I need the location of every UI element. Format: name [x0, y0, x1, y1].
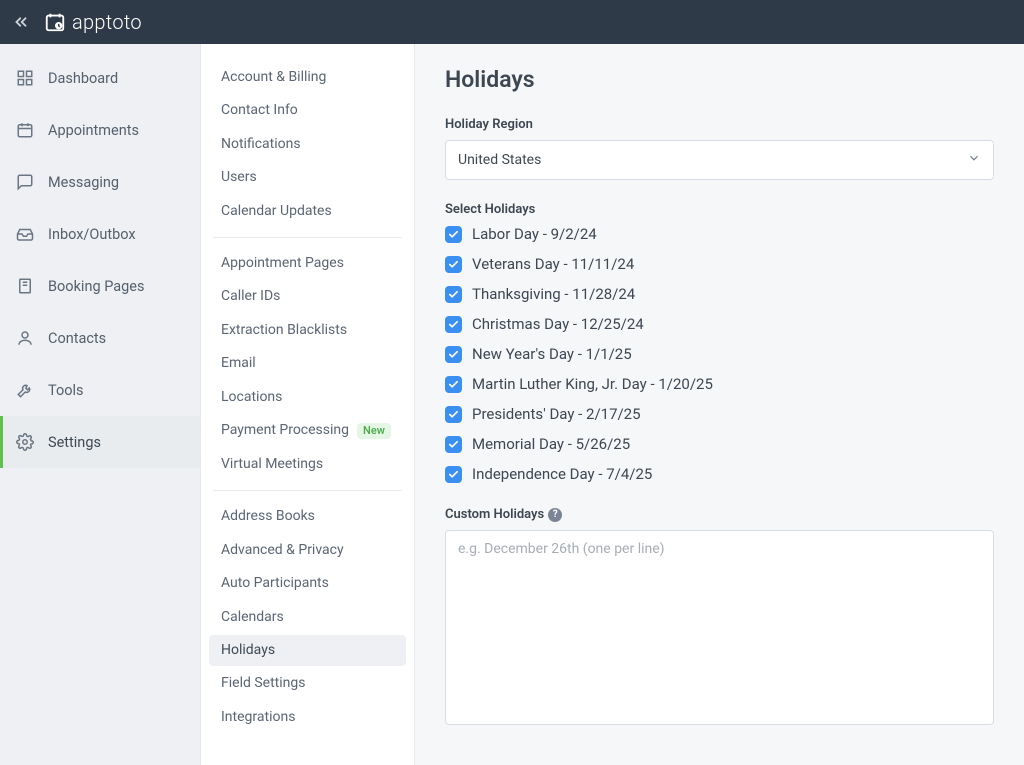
primary-sidebar: Dashboard Appointments Messaging Inbox/O… — [0, 44, 201, 765]
holiday-label: Martin Luther King, Jr. Day - 1/20/25 — [472, 375, 713, 393]
brand-name: apptoto — [72, 10, 142, 34]
holiday-label: Christmas Day - 12/25/24 — [472, 315, 644, 333]
region-select[interactable]: United States — [445, 140, 994, 180]
holiday-list: Labor Day - 9/2/24 Veterans Day - 11/11/2… — [445, 225, 994, 483]
message-icon — [16, 173, 34, 191]
subnav-calendar-updates[interactable]: Calendar Updates — [209, 196, 406, 227]
holiday-label: Independence Day - 7/4/25 — [472, 465, 652, 483]
holiday-label: New Year's Day - 1/1/25 — [472, 345, 632, 363]
sidebar-item-label: Contacts — [48, 330, 106, 347]
sidebar-item-label: Settings — [48, 434, 101, 451]
holiday-label: Memorial Day - 5/26/25 — [472, 435, 630, 453]
wrench-icon — [16, 381, 34, 399]
subnav-auto-participants[interactable]: Auto Participants — [209, 568, 406, 599]
subnav-caller-ids[interactable]: Caller IDs — [209, 281, 406, 312]
checkbox-checked-icon[interactable] — [445, 346, 462, 363]
subnav-virtual-meetings[interactable]: Virtual Meetings — [209, 449, 406, 480]
checkbox-checked-icon[interactable] — [445, 256, 462, 273]
calendar-icon — [44, 11, 66, 33]
subnav-advanced-privacy[interactable]: Advanced & Privacy — [209, 535, 406, 566]
holiday-label: Veterans Day - 11/11/24 — [472, 255, 634, 273]
sidebar-item-label: Tools — [48, 382, 84, 399]
subnav-locations[interactable]: Locations — [209, 382, 406, 413]
checkbox-checked-icon[interactable] — [445, 436, 462, 453]
holiday-row[interactable]: Thanksgiving - 11/28/24 — [445, 285, 994, 303]
calendar-icon — [16, 121, 34, 139]
custom-holidays-label: Custom Holidays ? — [445, 507, 994, 522]
subnav-extraction-blacklists[interactable]: Extraction Blacklists — [209, 315, 406, 346]
holiday-row[interactable]: Martin Luther King, Jr. Day - 1/20/25 — [445, 375, 994, 393]
subnav-notifications[interactable]: Notifications — [209, 129, 406, 160]
sidebar-item-contacts[interactable]: Contacts — [0, 312, 200, 364]
subnav-payment-processing[interactable]: Payment ProcessingNew — [209, 415, 406, 447]
grid-icon — [16, 69, 34, 87]
checkbox-checked-icon[interactable] — [445, 376, 462, 393]
sidebar-item-label: Dashboard — [48, 70, 118, 87]
sidebar-item-tools[interactable]: Tools — [0, 364, 200, 416]
holiday-label: Labor Day - 9/2/24 — [472, 225, 597, 243]
chevron-down-icon — [967, 151, 981, 169]
sidebar-item-label: Messaging — [48, 174, 119, 191]
sidebar-item-label: Inbox/Outbox — [48, 226, 136, 243]
subnav-holidays[interactable]: Holidays — [209, 635, 406, 666]
subnav-contact-info[interactable]: Contact Info — [209, 95, 406, 126]
holiday-row[interactable]: Presidents' Day - 2/17/25 — [445, 405, 994, 423]
settings-subnav: Account & Billing Contact Info Notificat… — [201, 44, 415, 765]
checkbox-checked-icon[interactable] — [445, 406, 462, 423]
brand-logo: apptoto — [44, 10, 142, 34]
holiday-row[interactable]: Veterans Day - 11/11/24 — [445, 255, 994, 273]
subnav-integrations[interactable]: Integrations — [209, 702, 406, 733]
sidebar-collapse-button[interactable] — [12, 13, 30, 31]
holiday-row[interactable]: New Year's Day - 1/1/25 — [445, 345, 994, 363]
sidebar-item-settings[interactable]: Settings — [0, 416, 200, 468]
topbar: apptoto — [0, 0, 1024, 44]
sidebar-item-dashboard[interactable]: Dashboard — [0, 52, 200, 104]
user-icon — [16, 329, 34, 347]
holiday-row[interactable]: Labor Day - 9/2/24 — [445, 225, 994, 243]
divider — [213, 237, 402, 238]
subnav-appointment-pages[interactable]: Appointment Pages — [209, 248, 406, 279]
subnav-users[interactable]: Users — [209, 162, 406, 193]
main-content: Holidays Holiday Region United States Se… — [415, 44, 1024, 765]
holiday-row[interactable]: Independence Day - 7/4/25 — [445, 465, 994, 483]
subnav-calendars[interactable]: Calendars — [209, 602, 406, 633]
sidebar-item-messaging[interactable]: Messaging — [0, 156, 200, 208]
divider — [213, 490, 402, 491]
subnav-field-settings[interactable]: Field Settings — [209, 668, 406, 699]
checkbox-checked-icon[interactable] — [445, 316, 462, 333]
subnav-account-billing[interactable]: Account & Billing — [209, 62, 406, 93]
holiday-row[interactable]: Christmas Day - 12/25/24 — [445, 315, 994, 333]
inbox-icon — [16, 225, 34, 243]
sidebar-item-label: Appointments — [48, 122, 139, 139]
holiday-label: Thanksgiving - 11/28/24 — [472, 285, 635, 303]
checkbox-checked-icon[interactable] — [445, 466, 462, 483]
custom-holidays-input[interactable] — [445, 530, 994, 725]
checkbox-checked-icon[interactable] — [445, 286, 462, 303]
new-badge: New — [357, 423, 391, 439]
book-icon — [16, 277, 34, 295]
sidebar-item-booking-pages[interactable]: Booking Pages — [0, 260, 200, 312]
page-title: Holidays — [445, 66, 994, 93]
subnav-email[interactable]: Email — [209, 348, 406, 379]
holiday-label: Presidents' Day - 2/17/25 — [472, 405, 641, 423]
holiday-row[interactable]: Memorial Day - 5/26/25 — [445, 435, 994, 453]
subnav-address-books[interactable]: Address Books — [209, 501, 406, 532]
sidebar-item-label: Booking Pages — [48, 278, 144, 295]
sidebar-item-inbox-outbox[interactable]: Inbox/Outbox — [0, 208, 200, 260]
gear-icon — [16, 433, 34, 451]
region-value: United States — [458, 152, 541, 168]
region-label: Holiday Region — [445, 117, 994, 132]
select-holidays-label: Select Holidays — [445, 202, 994, 217]
sidebar-item-appointments[interactable]: Appointments — [0, 104, 200, 156]
help-icon[interactable]: ? — [548, 508, 562, 522]
checkbox-checked-icon[interactable] — [445, 226, 462, 243]
